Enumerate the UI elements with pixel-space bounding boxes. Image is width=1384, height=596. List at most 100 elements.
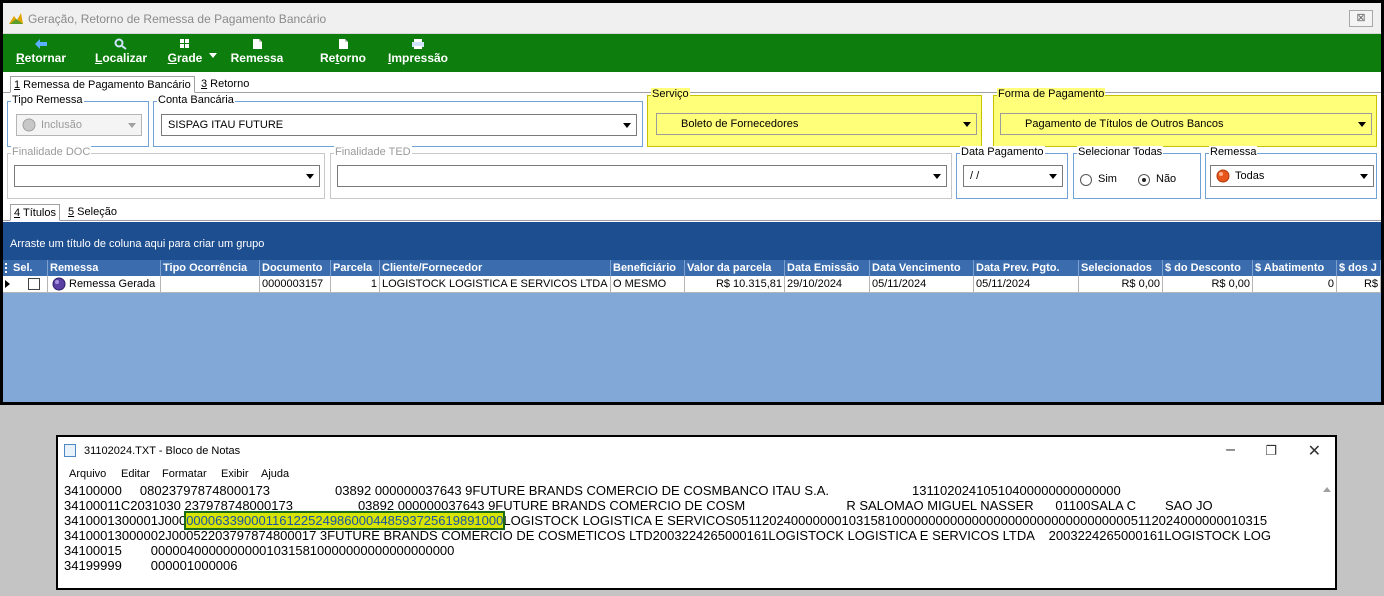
remessa-filter-select[interactable]: Todas bbox=[1210, 165, 1374, 187]
chevron-down-icon bbox=[623, 123, 631, 128]
chevron-down-icon bbox=[1358, 122, 1366, 127]
grid-icon bbox=[180, 39, 189, 48]
label-part: ocalizar bbox=[102, 51, 148, 65]
finalidade-ted-group: Finalidade TED bbox=[330, 146, 952, 199]
menu-item-arquivo[interactable]: Arquivo bbox=[69, 468, 106, 480]
column-header[interactable]: $ do Desconto bbox=[1163, 260, 1253, 276]
minimize-icon[interactable]: – bbox=[1226, 441, 1235, 459]
conta-bancaria-select[interactable]: SISPAG ITAU FUTURE bbox=[161, 114, 637, 136]
column-header[interactable]: Cliente/Fornecedor bbox=[380, 260, 611, 276]
text-line: 34199999 000001000006 bbox=[64, 558, 238, 573]
forma-pagamento-value: Pagamento de Títulos de Outros Bancos bbox=[1025, 118, 1224, 130]
column-header[interactable]: $ dos J bbox=[1337, 260, 1381, 276]
toolbar-button-remessa[interactable]: Remessa bbox=[227, 36, 287, 70]
line-segment: 3410001300001J000 bbox=[64, 513, 187, 528]
remessa-status-text: Remessa Gerada bbox=[69, 278, 156, 290]
table-row[interactable]: Remessa Gerada 0000003157 1 LOGISTOCK LOGIS… bbox=[3, 276, 1381, 293]
column-header[interactable]: Data Prev. Pgto. bbox=[974, 260, 1079, 276]
notepad-icon bbox=[64, 444, 76, 457]
menu-item-formatar[interactable]: Formatar bbox=[162, 468, 207, 480]
document-icon bbox=[253, 39, 262, 49]
group-by-hint: Arraste um título de coluna aqui para cr… bbox=[10, 238, 265, 250]
data-pagamento-input[interactable]: / / bbox=[963, 165, 1063, 187]
notepad-text-area[interactable]: 34100000 080237978748000173 03892 000000… bbox=[64, 483, 1314, 587]
dropdown-caret-icon[interactable] bbox=[209, 53, 217, 58]
chevron-down-icon bbox=[1049, 174, 1057, 179]
table-cell: LOGISTOCK LOGISTICA E SERVICOS LTDA bbox=[380, 276, 611, 293]
restore-icon[interactable]: ❐ bbox=[1265, 443, 1277, 459]
text-line: 34100013000002J00052203797874800017 3FUT… bbox=[64, 528, 1272, 543]
menu-item-ajuda[interactable]: Ajuda bbox=[261, 468, 289, 480]
column-header[interactable]: Sel. bbox=[11, 260, 48, 276]
toolbar-button-retorno[interactable]: Retorno bbox=[316, 36, 370, 70]
tipo-remessa-value: Inclusão bbox=[41, 119, 82, 131]
chevron-down-icon bbox=[306, 174, 314, 179]
radio-nao-label: Não bbox=[1156, 173, 1177, 185]
tab-selecao[interactable]: 5 Seleção bbox=[65, 204, 120, 221]
table-cell: O MESMO bbox=[611, 276, 685, 293]
grid-tabs: 4 Títulos 5 Seleção bbox=[3, 203, 1381, 221]
back-arrow-icon bbox=[35, 39, 47, 49]
table-cell: Remessa Gerada bbox=[48, 276, 161, 293]
tab-titulos[interactable]: 4 Títulos bbox=[10, 204, 60, 221]
column-header[interactable]: Parcela bbox=[331, 260, 380, 276]
column-header[interactable]: Tipo Ocorrência bbox=[161, 260, 260, 276]
scroll-up-icon[interactable] bbox=[1323, 487, 1331, 492]
line-segment: LOGISTOCK LOGISTICA E SERVICOS0511202400… bbox=[503, 513, 1268, 528]
selecionar-todas-group: Selecionar Todas Sim Não bbox=[1073, 146, 1201, 199]
column-header[interactable]: $ Abatimento bbox=[1253, 260, 1337, 276]
table-cell: R$ 0,00 bbox=[1163, 276, 1253, 293]
vertical-scrollbar[interactable] bbox=[1321, 483, 1333, 587]
current-row-pointer-icon bbox=[5, 280, 10, 288]
toolbar-button-label: Localizar bbox=[89, 51, 153, 65]
column-header[interactable]: Documento bbox=[260, 260, 331, 276]
tab-label: Remessa de Pagamento Bancário bbox=[20, 79, 191, 91]
data-pagamento-label: Data Pagamento bbox=[960, 146, 1045, 159]
toolbar-button-grade[interactable]: Grade bbox=[165, 36, 217, 70]
label-hotkey: R bbox=[15, 51, 25, 65]
window-title: Geração, Retorno de Remessa de Pagamento… bbox=[28, 12, 327, 26]
table-cell: R$ bbox=[1337, 276, 1381, 293]
status-dot-icon bbox=[22, 118, 36, 132]
remessa-filter-label: Remessa bbox=[1209, 146, 1258, 159]
close-icon[interactable]: ✕ bbox=[1308, 441, 1321, 461]
tab-retorno[interactable]: 3 Retorno bbox=[198, 76, 252, 93]
table-cell bbox=[3, 276, 48, 293]
toolbar-button-localizar[interactable]: Localizar bbox=[89, 36, 153, 70]
data-pagamento-value: / / bbox=[970, 170, 980, 182]
notepad-title-bar: 31102024.TXT - Bloco de Notas – ❐ ✕ bbox=[58, 437, 1335, 463]
finalidade-ted-select[interactable] bbox=[337, 165, 947, 187]
column-header[interactable]: Selecionados bbox=[1079, 260, 1163, 276]
toolbar-button-impressao[interactable]: Impressão bbox=[383, 36, 453, 70]
select-checkbox[interactable] bbox=[28, 278, 40, 290]
radio-nao[interactable] bbox=[1138, 174, 1150, 186]
servico-select[interactable]: Boleto de Fornecedores bbox=[656, 113, 977, 135]
column-header[interactable]: Beneficiário bbox=[611, 260, 685, 276]
tipo-remessa-group: Tipo Remessa Inclusão bbox=[7, 94, 149, 147]
conta-bancaria-value: SISPAG ITAU FUTURE bbox=[168, 119, 284, 131]
tab-remessa[interactable]: 1 Remessa de Pagamento Bancário bbox=[10, 76, 195, 93]
radio-sim[interactable] bbox=[1080, 174, 1092, 186]
menu-item-exibir[interactable]: Exibir bbox=[221, 468, 249, 480]
close-button[interactable]: ⊠ bbox=[1349, 10, 1373, 27]
table-cell: 05/11/2024 bbox=[870, 276, 974, 293]
tab-label: Títulos bbox=[20, 207, 56, 219]
toolbar-button-label: Impressão bbox=[383, 51, 453, 65]
column-header[interactable]: Valor da parcela bbox=[685, 260, 785, 276]
tipo-remessa-select[interactable]: Inclusão bbox=[16, 114, 142, 136]
chevron-down-icon bbox=[933, 174, 941, 179]
table-cell: 0 bbox=[1253, 276, 1337, 293]
forma-pagamento-select[interactable]: Pagamento de Títulos de Outros Bancos bbox=[1000, 113, 1372, 135]
table-cell: R$ 10.315,81 bbox=[685, 276, 785, 293]
column-header[interactable]: Remessa bbox=[48, 260, 161, 276]
column-header[interactable]: Data Vencimento bbox=[870, 260, 974, 276]
radio-sim-label: Sim bbox=[1098, 173, 1117, 185]
toolbar-button-retornar[interactable]: Retornar bbox=[11, 36, 71, 70]
servico-group: Serviço Boleto de Fornecedores bbox=[647, 88, 982, 147]
column-header[interactable]: Data Emissão bbox=[785, 260, 870, 276]
finalidade-doc-select[interactable] bbox=[14, 165, 320, 187]
menu-item-editar[interactable]: Editar bbox=[121, 468, 150, 480]
group-by-bar[interactable]: Arraste um título de coluna aqui para cr… bbox=[3, 222, 1381, 260]
conta-bancaria-group: Conta Bancária SISPAG ITAU FUTURE bbox=[153, 94, 643, 147]
status-dot-icon bbox=[1216, 169, 1230, 183]
